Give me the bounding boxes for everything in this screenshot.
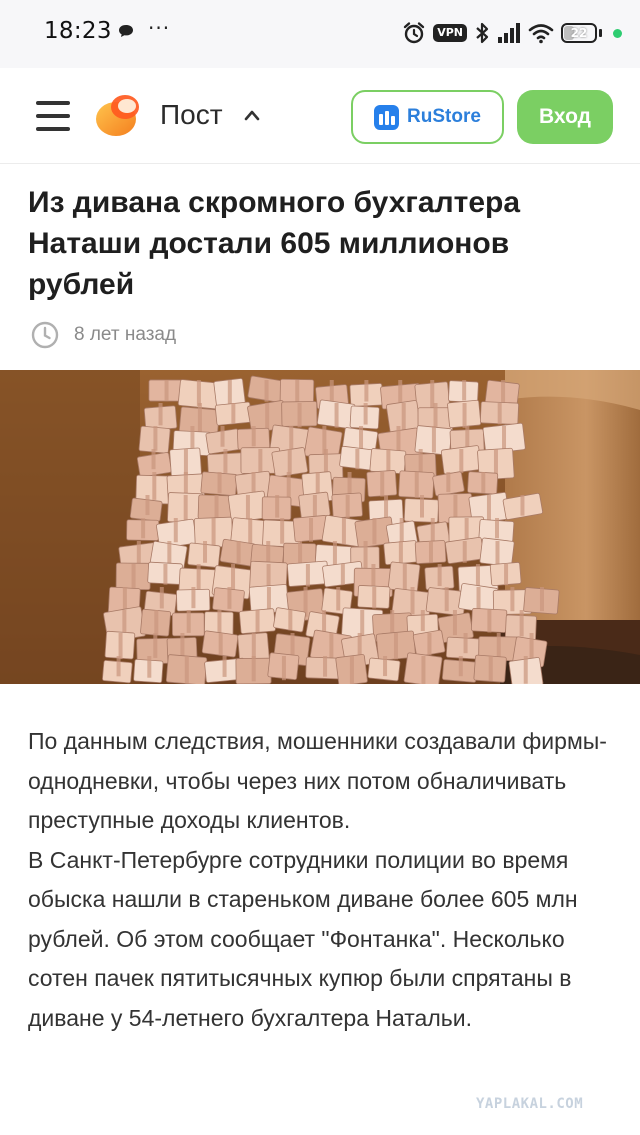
vpn-icon: VPN bbox=[433, 24, 467, 42]
post-image[interactable] bbox=[0, 370, 640, 684]
post-title[interactable]: Из дивана скромного бухгалтера Наташи до… bbox=[28, 182, 588, 305]
rustore-button[interactable]: RuStore bbox=[351, 90, 504, 144]
signal-icon bbox=[498, 23, 520, 43]
post-body: По данным следствия, мошенники создавали… bbox=[28, 722, 618, 1038]
status-icons: VPN 22 bbox=[402, 18, 622, 48]
section-title[interactable]: Пост bbox=[160, 99, 223, 131]
login-button[interactable]: Вход bbox=[517, 90, 613, 144]
privacy-indicator-dot bbox=[613, 28, 622, 38]
post-paragraph: По данным следствия, мошенники создавали… bbox=[28, 728, 607, 833]
status-time: 18:23 bbox=[44, 18, 112, 44]
rustore-label: RuStore bbox=[407, 106, 481, 127]
battery-icon: 22 bbox=[561, 23, 597, 43]
status-bar: 18:23 ··· VPN 22 bbox=[0, 0, 640, 68]
rustore-icon bbox=[374, 104, 400, 130]
wifi-icon bbox=[528, 24, 554, 44]
watermark: YAPLAKAL.COM bbox=[476, 1096, 584, 1112]
chat-bubble-icon bbox=[119, 25, 133, 37]
post-date: 8 лет назад bbox=[74, 324, 177, 345]
battery-level: 22 bbox=[570, 26, 588, 40]
money-stacks-image bbox=[0, 370, 640, 684]
bluetooth-icon bbox=[476, 22, 489, 44]
clock-icon bbox=[31, 321, 59, 349]
chevron-up-icon[interactable] bbox=[244, 109, 260, 121]
menu-icon[interactable] bbox=[36, 101, 70, 131]
app-header: Пост RuStore Вход bbox=[0, 68, 640, 164]
alarm-icon bbox=[404, 22, 425, 44]
post-meta: 8 лет назад bbox=[30, 320, 176, 350]
pikabu-logo-icon[interactable] bbox=[94, 92, 142, 138]
post-paragraph: В Санкт-Петербурге сотрудники полиции во… bbox=[28, 846, 578, 1031]
more-notifications-icon: ··· bbox=[148, 16, 171, 40]
